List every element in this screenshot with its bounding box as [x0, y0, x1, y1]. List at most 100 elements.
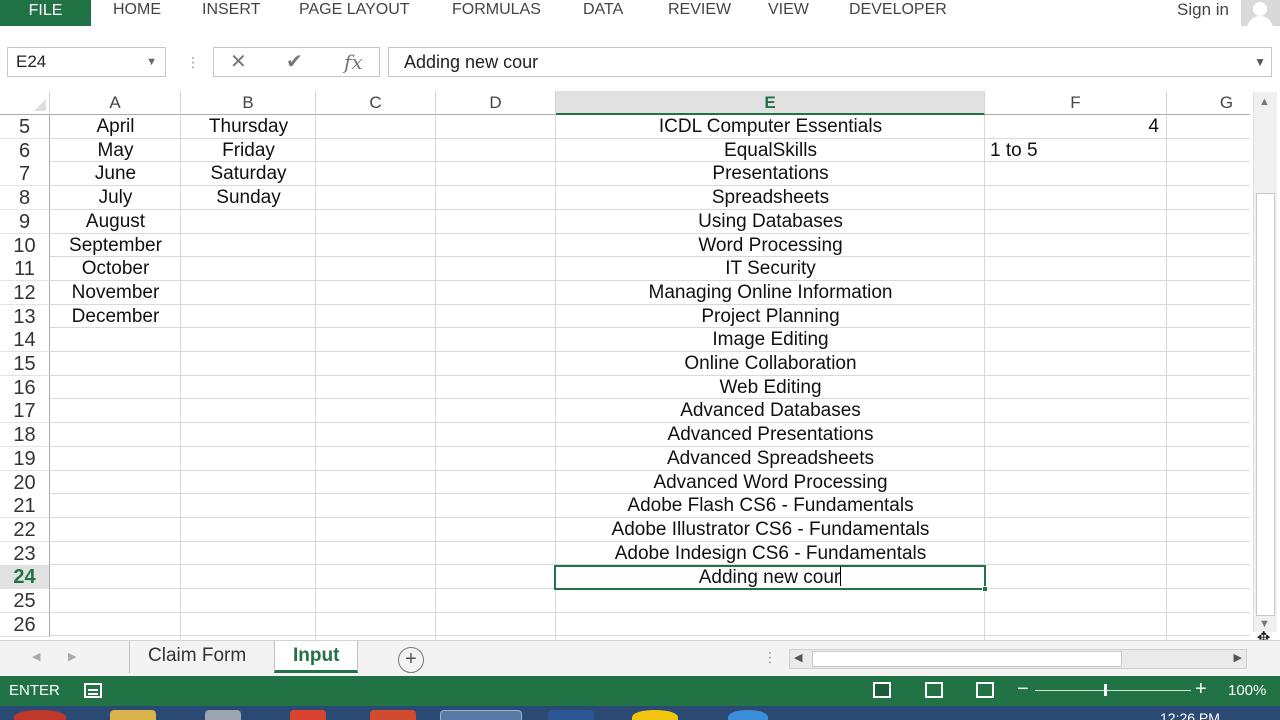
cell-f5[interactable]: 4 [985, 115, 1167, 139]
cell-a6[interactable]: May [50, 139, 181, 163]
next-sheet-icon[interactable]: ▶ [68, 650, 76, 663]
cell-a8[interactable]: July [50, 186, 181, 210]
cell-b6[interactable]: Friday [181, 139, 316, 163]
cell-e9[interactable]: Using Databases [556, 210, 985, 234]
start-button-icon[interactable] [14, 710, 66, 720]
cell-e7[interactable]: Presentations [556, 162, 985, 186]
row-header-13[interactable]: 13 [0, 304, 50, 329]
column-header-f[interactable]: F [985, 91, 1167, 115]
cell-f6[interactable]: 1 to 5 [985, 139, 1167, 163]
cell-a11[interactable]: October [50, 257, 181, 281]
select-all-corner[interactable] [0, 91, 50, 115]
enter-icon[interactable]: ✔ [286, 50, 303, 74]
cell-b5[interactable]: Thursday [181, 115, 316, 139]
name-box-dropdown-icon[interactable]: ▼ [146, 48, 157, 76]
prev-sheet-icon[interactable]: ◀ [32, 650, 40, 663]
normal-view-icon[interactable] [873, 682, 891, 698]
row-header-26[interactable]: 26 [0, 612, 50, 637]
cell-e16[interactable]: Web Editing [556, 376, 985, 400]
scroll-right-icon[interactable]: ▶ [1234, 651, 1242, 664]
app-smiley-taskbar-icon[interactable] [632, 710, 678, 720]
sheet-tab-claim-form[interactable]: Claim Form [129, 641, 264, 673]
row-header-16[interactable]: 16 [0, 375, 50, 400]
sign-in-link[interactable]: Sign in [1177, 0, 1229, 20]
column-header-c[interactable]: C [316, 91, 436, 115]
formula-input[interactable]: Adding new cour ▼ [388, 47, 1272, 77]
row-header-17[interactable]: 17 [0, 399, 50, 424]
cell-e21[interactable]: Adobe Flash CS6 - Fundamentals [556, 494, 985, 518]
cell-a5[interactable]: April [50, 115, 181, 139]
excel-taskbar-icon[interactable] [440, 710, 522, 720]
scroll-left-icon[interactable]: ◀ [794, 651, 802, 664]
row-header-10[interactable]: 10 [0, 233, 50, 258]
cell-e20[interactable]: Advanced Word Processing [556, 471, 985, 495]
row-header-18[interactable]: 18 [0, 423, 50, 448]
column-header-b[interactable]: B [181, 91, 316, 115]
sheet-tab-input[interactable]: Input [274, 641, 359, 673]
vertical-scrollbar[interactable]: ▲ ▼ [1253, 92, 1277, 632]
cell-e15[interactable]: Online Collaboration [556, 352, 985, 376]
worksheet-grid[interactable]: ABCDEFG 5 6 7 8 9 10 11 12 13 14 15 16 17 18 19 20 21 22 2… [0, 91, 1250, 640]
word-taskbar-icon[interactable] [548, 710, 594, 720]
column-header-e[interactable]: E [556, 91, 985, 115]
page-layout-view-icon[interactable] [925, 682, 943, 698]
tab-formulas[interactable]: FORMULAS [452, 0, 541, 22]
tab-view[interactable]: VIEW [768, 0, 809, 22]
scroll-up-icon[interactable]: ▲ [1259, 96, 1270, 108]
powerpoint-taskbar-icon[interactable] [370, 710, 416, 720]
zoom-in-icon[interactable]: + [1195, 679, 1207, 699]
cell-a13[interactable]: December [50, 305, 181, 329]
row-header-20[interactable]: 20 [0, 470, 50, 495]
row-header-11[interactable]: 11 [0, 257, 50, 282]
hscroll-split-handle[interactable]: ⋮ [763, 649, 777, 666]
row-header-25[interactable]: 25 [0, 589, 50, 613]
tab-developer[interactable]: DEVELOPER [849, 0, 947, 22]
row-header-9[interactable]: 9 [0, 209, 50, 234]
vertical-scroll-thumb[interactable] [1256, 193, 1275, 616]
cancel-icon[interactable]: ✕ [230, 50, 247, 74]
cell-e6[interactable]: EqualSkills [556, 139, 985, 163]
cell-e13[interactable]: Project Planning [556, 305, 985, 329]
zoom-level[interactable]: 100% [1228, 682, 1266, 700]
function-icon[interactable]: fx [344, 50, 363, 74]
add-sheet-icon[interactable]: + [398, 647, 424, 673]
row-header-7[interactable]: 7 [0, 162, 50, 187]
name-box[interactable]: E24 ▼ [7, 47, 166, 77]
macro-record-icon[interactable] [84, 683, 102, 698]
ie-taskbar-icon[interactable] [728, 710, 768, 720]
zoom-slider-thumb[interactable] [1104, 684, 1107, 696]
tab-data[interactable]: DATA [583, 0, 623, 22]
cell-e11[interactable]: IT Security [556, 257, 985, 281]
cell-e5[interactable]: ICDL Computer Essentials [556, 115, 985, 139]
row-header-12[interactable]: 12 [0, 280, 50, 305]
zoom-out-icon[interactable]: − [1017, 679, 1029, 699]
page-break-view-icon[interactable] [976, 682, 994, 698]
tab-insert[interactable]: INSERT [202, 0, 260, 22]
row-header-19[interactable]: 19 [0, 446, 50, 471]
formula-expand-icon[interactable]: ▼ [1254, 48, 1266, 76]
cell-e23[interactable]: Adobe Indesign CS6 - Fundamentals [556, 542, 985, 566]
cell-a10[interactable]: September [50, 234, 181, 258]
cell-e14[interactable]: Image Editing [556, 328, 985, 352]
row-header-21[interactable]: 21 [0, 494, 50, 519]
cell-e22[interactable]: Adobe Illustrator CS6 - Fundamentals [556, 518, 985, 542]
zoom-slider[interactable] [1035, 690, 1191, 691]
cell-b7[interactable]: Saturday [181, 162, 316, 186]
cell-a12[interactable]: November [50, 281, 181, 305]
row-header-8[interactable]: 8 [0, 186, 50, 211]
column-header-d[interactable]: D [436, 91, 556, 115]
row-header-15[interactable]: 15 [0, 352, 50, 376]
formula-bar-resize-handle[interactable]: ⋮ [186, 52, 200, 72]
horizontal-scrollbar[interactable]: ◀ ▶ [789, 649, 1247, 669]
row-header-24[interactable]: 24 [0, 565, 50, 590]
row-header-6[interactable]: 6 [0, 138, 50, 163]
cell-e10[interactable]: Word Processing [556, 234, 985, 258]
tab-page-layout[interactable]: PAGE LAYOUT [299, 0, 410, 22]
row-header-23[interactable]: 23 [0, 541, 50, 566]
file-tab[interactable]: FILE [0, 0, 91, 26]
cell-a9[interactable]: August [50, 210, 181, 234]
cell-e12[interactable]: Managing Online Information [556, 281, 985, 305]
avatar[interactable] [1241, 0, 1280, 26]
cell-e19[interactable]: Advanced Spreadsheets [556, 447, 985, 471]
column-header-g[interactable]: G [1167, 91, 1250, 115]
